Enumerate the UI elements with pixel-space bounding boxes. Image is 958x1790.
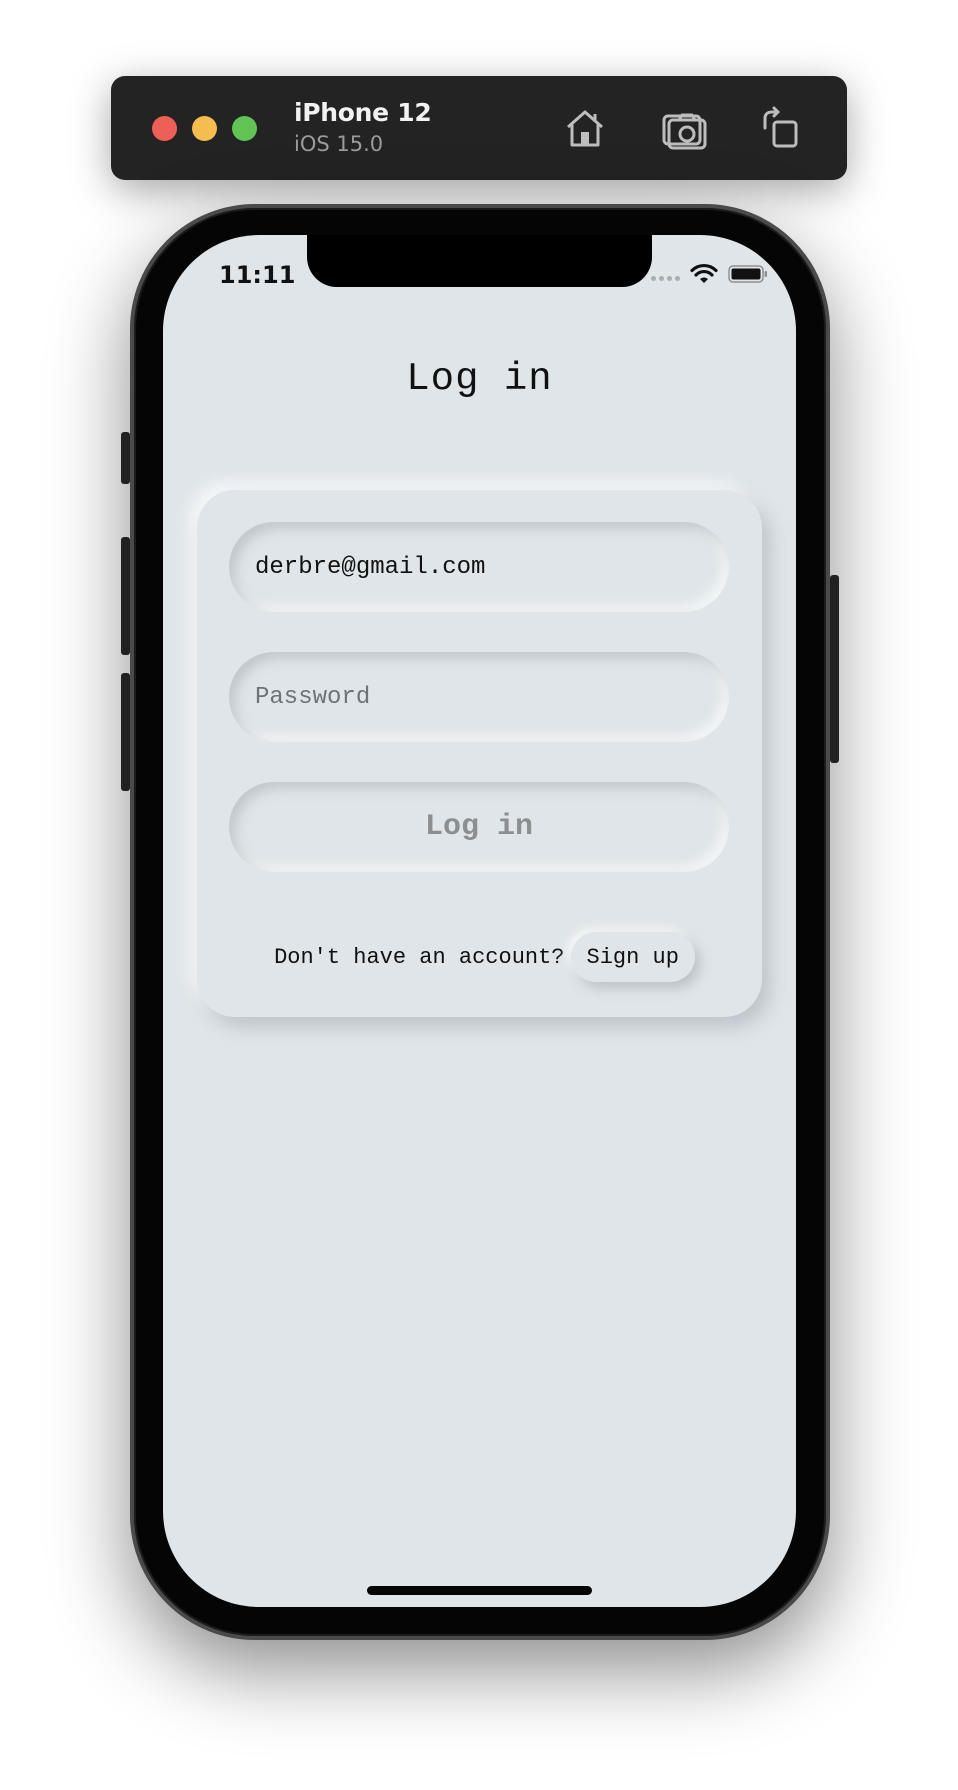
rotate-icon[interactable] xyxy=(756,104,804,152)
signal-icon xyxy=(651,268,680,281)
close-window-button[interactable] xyxy=(152,116,177,141)
signup-row: Don't have an account? Sign up xyxy=(197,932,762,982)
status-time: 11:11 xyxy=(219,261,296,289)
login-button[interactable]: Log in xyxy=(229,782,729,872)
signup-button[interactable]: Sign up xyxy=(570,932,695,982)
email-field[interactable] xyxy=(229,522,729,612)
screenshot-icon[interactable] xyxy=(660,104,708,152)
home-indicator[interactable] xyxy=(367,1586,592,1595)
device-screen: 11:11 Log in Log in Don't have an accoun… xyxy=(163,235,796,1607)
zoom-window-button[interactable] xyxy=(232,116,257,141)
wifi-icon xyxy=(690,263,718,283)
simulator-toolbar: iPhone 12 iOS 15.0 xyxy=(111,76,847,180)
login-card: Log in Don't have an account? Sign up xyxy=(197,490,762,1017)
signup-prompt: Don't have an account? xyxy=(274,944,565,970)
password-field[interactable] xyxy=(229,652,729,742)
volume-up-button xyxy=(121,537,130,655)
battery-icon xyxy=(728,265,767,283)
minimize-window-button[interactable] xyxy=(192,116,217,141)
power-button xyxy=(830,575,839,763)
notch xyxy=(307,235,652,287)
status-icons xyxy=(651,261,768,287)
mute-switch xyxy=(121,432,130,484)
page-title: Log in xyxy=(406,357,553,401)
device-name: iPhone 12 xyxy=(294,98,432,127)
home-icon[interactable] xyxy=(561,104,609,152)
volume-down-button xyxy=(121,673,130,791)
os-version: iOS 15.0 xyxy=(294,132,384,156)
